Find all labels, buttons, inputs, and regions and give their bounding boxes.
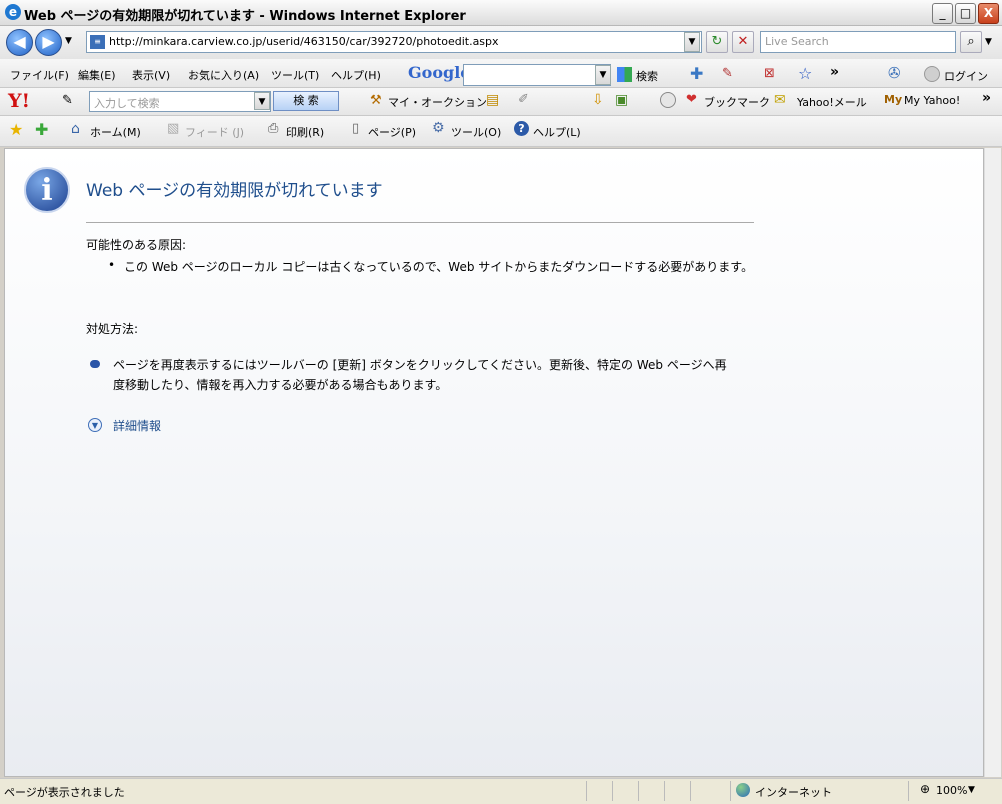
star-icon[interactable]: ☆	[798, 64, 812, 83]
auction-button[interactable]: マイ・オークション	[388, 94, 487, 110]
page-menu-button[interactable]: ページ(P)	[368, 124, 416, 140]
refresh-icon[interactable]: ↻	[706, 31, 728, 53]
close-button[interactable]: X	[978, 3, 999, 24]
home-button[interactable]: ホーム(M)	[90, 124, 141, 140]
status-message: ページが表示されました	[4, 786, 125, 799]
history-dropdown-icon[interactable]: ▼	[65, 36, 72, 46]
status-bar	[0, 778, 1002, 804]
security-zone: インターネット	[755, 786, 832, 799]
error-title: Web ページの有効期限が切れています	[86, 181, 383, 201]
favorites-star-icon[interactable]: ★	[9, 120, 23, 139]
print-button[interactable]: 印刷(R)	[286, 124, 324, 140]
cause-bullet-icon: •	[108, 258, 116, 272]
box-icon[interactable]: ▣	[615, 92, 628, 108]
folder-icon[interactable]: ▤	[486, 92, 499, 108]
forward-button[interactable]: ▶	[35, 29, 62, 56]
google-logo: Google	[408, 63, 471, 82]
feed-button[interactable]: フィード (J)	[185, 124, 244, 140]
toolbar-settings-icon[interactable]	[660, 92, 676, 108]
search-options-icon[interactable]: ▼	[985, 37, 992, 47]
menu-file[interactable]: ファイル(F)	[10, 67, 69, 83]
tools-gear-icon: ⚙	[432, 120, 445, 136]
help-icon: ?	[514, 121, 529, 136]
menu-favorites[interactable]: お気に入り(A)	[188, 67, 259, 83]
page-icon: ≡	[90, 35, 105, 49]
menu-view[interactable]: 表示(V)	[132, 67, 170, 83]
wrench-icon[interactable]: ✇	[888, 64, 901, 82]
address-text: http://minkara.carview.co.jp/userid/4631…	[109, 35, 499, 48]
my-yahoo-icon: My	[884, 93, 903, 106]
yahoo-logo-icon[interactable]: Y!	[8, 90, 30, 112]
back-button[interactable]: ◀	[6, 29, 33, 56]
status-divider	[664, 781, 665, 801]
address-dropdown-icon[interactable]: ▼	[684, 32, 700, 52]
home-icon: ⌂	[71, 121, 80, 137]
action-text: ページを再度表示するにはツールバーの [更新] ボタンをクリックしてください。更…	[113, 358, 727, 392]
ie-logo-icon: e	[5, 4, 21, 20]
window-title: Web ページの有効期限が切れています - Windows Internet E…	[24, 9, 466, 24]
google-search-icon	[617, 67, 632, 82]
bookmark-icon: ❤	[686, 92, 697, 107]
live-search-input[interactable]: Live Search	[760, 31, 956, 53]
status-divider	[908, 781, 909, 801]
print-icon: ⎙	[268, 121, 279, 136]
yahoo-mail-button[interactable]: Yahoo!メール	[797, 94, 867, 110]
feed-icon: ▧	[167, 121, 180, 136]
add-favorites-icon[interactable]: ✚	[35, 120, 48, 139]
popup-blocker-icon[interactable]: ⊠	[764, 66, 775, 81]
address-bar[interactable]: ≡ http://minkara.carview.co.jp/userid/46…	[86, 31, 702, 53]
status-divider	[730, 781, 731, 801]
mail-icon: ✉	[774, 92, 786, 108]
zoom-level[interactable]: 100%	[936, 784, 967, 797]
pencil-icon[interactable]: ✎	[62, 93, 73, 108]
my-yahoo-button[interactable]: My Yahoo!	[904, 94, 960, 107]
cause-text: この Web ページのローカル コピーは古くなっているので、Web サイトからま…	[124, 260, 754, 274]
cause-heading: 可能性のある原因:	[86, 238, 187, 252]
action-heading: 対処方法:	[86, 322, 139, 336]
more-info-link[interactable]: 詳細情報	[113, 417, 161, 434]
status-divider	[586, 781, 587, 801]
login-avatar-icon	[924, 66, 940, 82]
download-icon[interactable]: ⇩	[592, 92, 604, 108]
highlighter-icon[interactable]: ✐	[518, 92, 529, 107]
yahoo-search-dropdown-icon[interactable]: ▼	[254, 92, 270, 110]
login-button[interactable]: ログイン	[944, 68, 988, 84]
menu-help[interactable]: ヘルプ(H)	[331, 67, 381, 83]
maximize-button[interactable]: □	[955, 3, 976, 24]
info-icon: i	[24, 167, 70, 213]
auction-icon: ⚒	[370, 93, 382, 108]
action-bullet-icon	[90, 360, 100, 368]
status-divider	[690, 781, 691, 801]
bookmark-tag-icon[interactable]: ✎	[722, 66, 733, 81]
stop-icon[interactable]: ✕	[732, 31, 754, 53]
zoom-icon: ⊕	[920, 782, 931, 796]
search-icon[interactable]: ⌕	[960, 31, 982, 53]
menu-tools[interactable]: ツール(T)	[271, 67, 319, 83]
page-icon: ▯	[352, 121, 360, 136]
google-search-button[interactable]: 検索	[636, 68, 658, 84]
yahoo-search-button[interactable]: 検 索	[273, 91, 339, 111]
minimize-button[interactable]: _	[932, 3, 953, 24]
zoom-dropdown-icon[interactable]: ▼	[968, 785, 975, 795]
status-divider	[612, 781, 613, 801]
title-divider	[86, 222, 754, 223]
vertical-scrollbar[interactable]	[984, 148, 1001, 777]
internet-globe-icon	[736, 783, 750, 797]
more-info-chevron-icon[interactable]: ▼	[88, 418, 102, 432]
help-menu-button[interactable]: ヘルプ(L)	[533, 124, 581, 140]
google-dropdown-icon[interactable]: ▼	[595, 65, 611, 85]
overflow-chevron-icon[interactable]: »	[830, 64, 839, 80]
tools-menu-button[interactable]: ツール(O)	[451, 124, 501, 140]
menu-edit[interactable]: 編集(E)	[78, 67, 116, 83]
status-divider	[638, 781, 639, 801]
google-search-input[interactable]	[463, 64, 611, 86]
bookmark-button[interactable]: ブックマーク	[704, 94, 770, 110]
yahoo-search-input[interactable]: 入力して検索	[89, 91, 271, 112]
add-button-icon[interactable]: ✚	[690, 64, 703, 83]
yahoo-overflow-chevron-icon[interactable]: »	[982, 90, 991, 106]
